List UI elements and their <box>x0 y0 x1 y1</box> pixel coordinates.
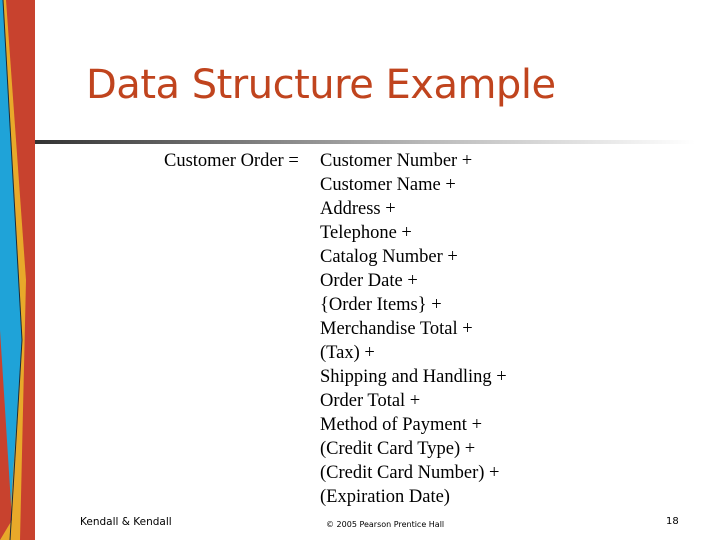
footer-author: Kendall & Kendall <box>80 516 172 528</box>
decorative-textile-sidebar <box>0 0 35 540</box>
component-line: (Credit Card Type) + <box>320 439 476 459</box>
definition-rhs: Customer Number + Customer Name + Addres… <box>320 149 507 509</box>
definition-lhs: Customer Order = <box>164 151 299 171</box>
component-line: Shipping and Handling + <box>320 367 507 387</box>
component-line: {Order Items} + <box>320 295 442 315</box>
component-line: Customer Number + <box>320 151 473 171</box>
component-line: Merchandise Total + <box>320 319 473 339</box>
component-line: Order Total + <box>320 391 421 411</box>
slide-title: Data Structure Example <box>86 62 556 108</box>
component-line: (Credit Card Number) + <box>320 463 500 483</box>
component-line: Address + <box>320 199 396 219</box>
component-line: (Expiration Date) <box>320 487 450 507</box>
page-number: 18 <box>666 516 679 527</box>
component-line: Method of Payment + <box>320 415 483 435</box>
component-line: (Tax) + <box>320 343 375 363</box>
title-divider <box>35 140 695 144</box>
component-line: Catalog Number + <box>320 247 458 267</box>
component-line: Order Date + <box>320 271 418 291</box>
component-line: Customer Name + <box>320 175 456 195</box>
footer-copyright: © 2005 Pearson Prentice Hall <box>326 520 445 529</box>
textile-stripe-graphic <box>0 0 35 540</box>
component-line: Telephone + <box>320 223 412 243</box>
